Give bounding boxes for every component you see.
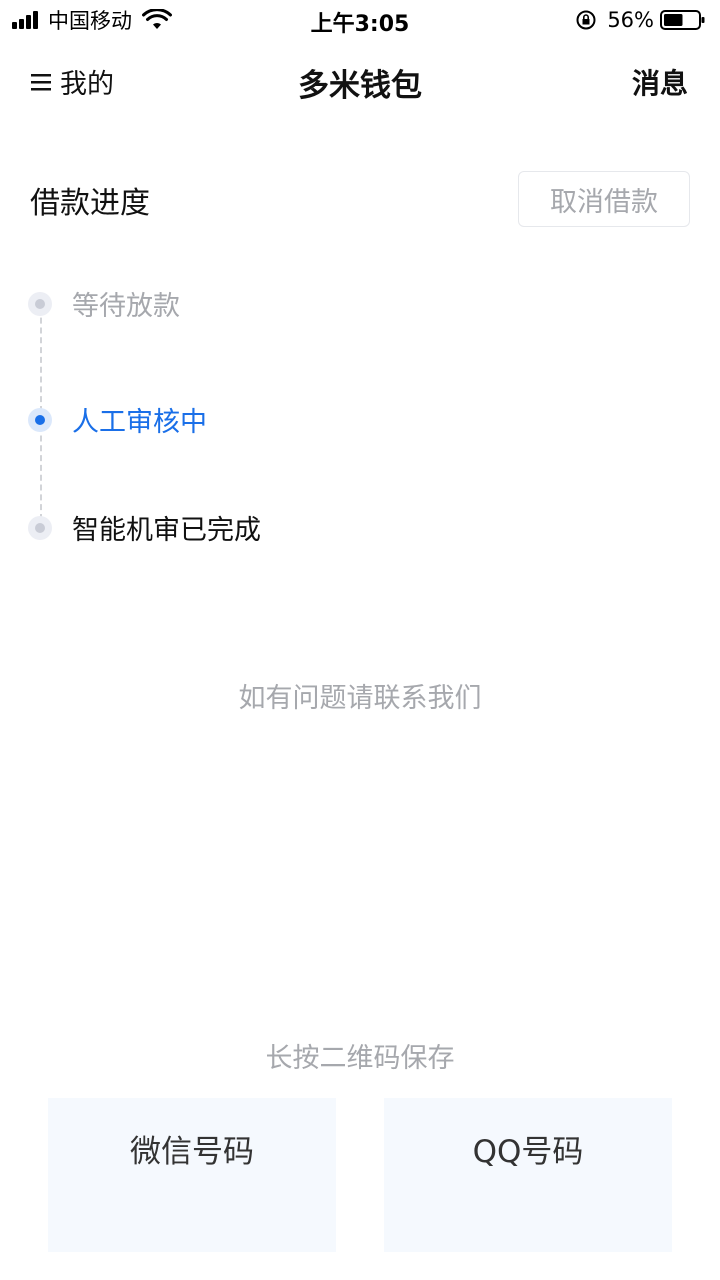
step-label: 人工审核中 [72,407,207,438]
step-label: 智能机审已完成 [72,515,261,546]
battery-icon [660,10,705,30]
contact-prompt: 如有问题请联系我们 [238,683,482,714]
qq-qr-card[interactable]: QQ号码 [384,1098,672,1252]
step-label: 等待放款 [72,291,180,322]
rotation-lock-icon [576,10,596,30]
cancel-loan-button[interactable]: 取消借款 [518,171,690,227]
timeline-step-waiting: 等待放款 [28,284,180,323]
progress-timeline: 等待放款 人工审核中 智能机审已完成 [0,270,720,550]
qq-label: QQ号码 [472,1134,584,1170]
wechat-qr-card[interactable]: 微信号码 [48,1098,336,1252]
step-pending-icon [28,291,52,316]
timeline-step-review: 人工审核中 [28,400,207,439]
nav-bar: 我的 多米钱包 消息 [0,40,720,120]
wechat-label: 微信号码 [130,1134,254,1170]
timeline-step-auto-review: 智能机审已完成 [28,508,261,547]
save-qr-hint: 长按二维码保存 [265,1043,455,1074]
step-done-icon [28,515,52,540]
page-title: 多米钱包 [298,68,422,104]
step-active-icon [28,407,52,432]
battery-percentage: 56% [607,8,654,32]
messages-button[interactable]: 消息 [632,62,688,102]
status-right: 56% [575,6,706,34]
status-bar: 中国移动 上午3:05 56% [0,0,720,40]
progress-title: 借款进度 [30,186,150,221]
